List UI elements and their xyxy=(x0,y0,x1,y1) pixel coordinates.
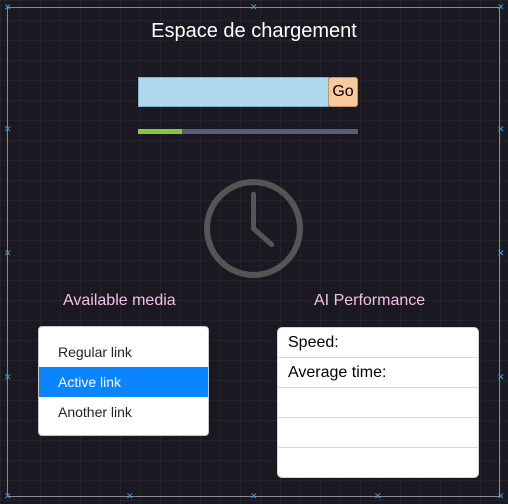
performance-row-speed: Speed: xyxy=(278,328,478,358)
go-button[interactable]: Go xyxy=(328,77,358,107)
ai-performance-label: AI Performance xyxy=(314,292,426,309)
media-link-another[interactable]: Another link xyxy=(39,397,208,427)
frame-handle-marker: ✕ xyxy=(250,2,258,12)
performance-table: Speed: Average time: xyxy=(277,327,479,478)
media-link-regular[interactable]: Regular link xyxy=(39,337,208,367)
progress-bar xyxy=(138,129,358,134)
performance-row xyxy=(278,448,478,477)
frame-handle-marker: ✕ xyxy=(374,491,382,501)
frame-handle-marker: ✕ xyxy=(4,2,12,12)
frame-handle-marker: ✕ xyxy=(4,372,12,382)
performance-row xyxy=(278,388,478,418)
page-title: Espace de chargement xyxy=(151,20,357,42)
frame-handle-marker: ✕ xyxy=(250,491,258,501)
clock-icon xyxy=(204,179,303,278)
performance-row-average-time: Average time: xyxy=(278,358,478,388)
frame-handle-marker: ✕ xyxy=(497,248,505,258)
frame-handle-marker: ✕ xyxy=(497,124,505,134)
media-link-active[interactable]: Active link xyxy=(39,367,208,397)
frame-handle-marker: ✕ xyxy=(4,248,12,258)
frame-handle-marker: ✕ xyxy=(497,491,505,501)
frame-handle-marker: ✕ xyxy=(4,491,12,501)
search-input[interactable] xyxy=(138,77,329,107)
frame-handle-marker: ✕ xyxy=(497,2,505,12)
frame-handle-marker: ✕ xyxy=(4,124,12,134)
performance-row xyxy=(278,418,478,448)
media-list: Regular link Active link Another link xyxy=(38,326,209,436)
available-media-label: Available media xyxy=(63,292,176,309)
progress-bar-fill xyxy=(138,129,182,134)
frame-handle-marker: ✕ xyxy=(497,372,505,382)
frame-handle-marker: ✕ xyxy=(126,491,134,501)
